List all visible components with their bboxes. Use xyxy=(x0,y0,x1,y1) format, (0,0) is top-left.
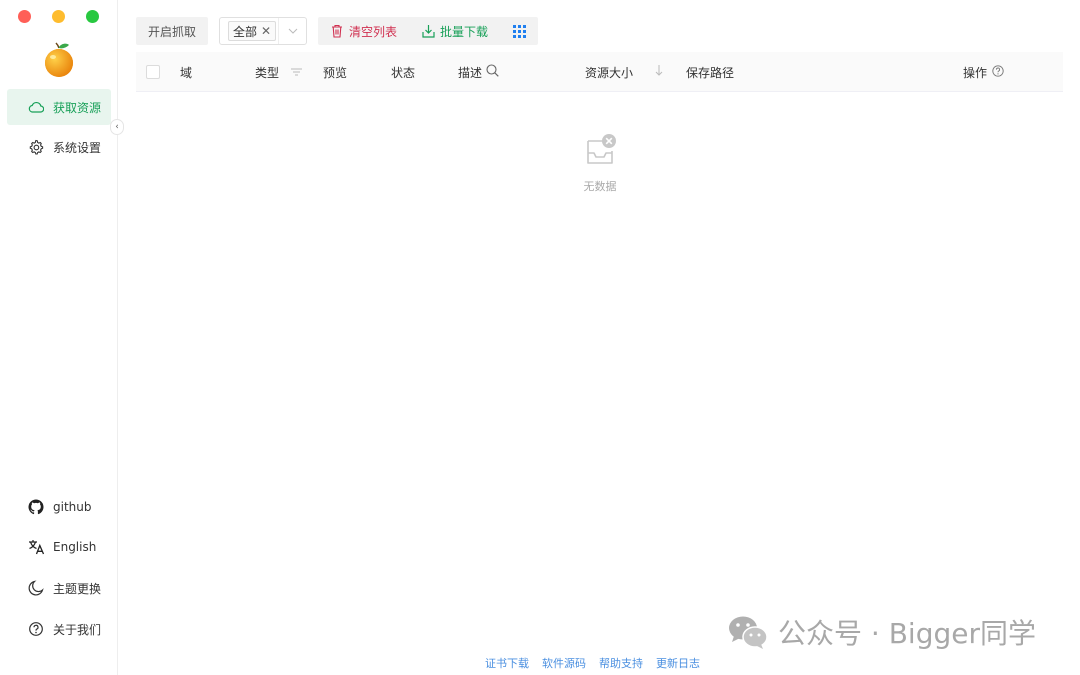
minimize-window-button[interactable] xyxy=(52,10,65,23)
sort-arrow-down-icon[interactable] xyxy=(655,65,663,79)
sidebar-item-github[interactable]: github xyxy=(7,493,111,521)
sidebar-item-label: github xyxy=(53,500,92,514)
filter-icon[interactable] xyxy=(291,65,303,79)
type-filter-select[interactable]: 全部 ✕ xyxy=(219,17,308,45)
chevron-down-icon[interactable] xyxy=(278,18,306,44)
batch-download-label: 批量下载 xyxy=(440,24,489,39)
translate-icon xyxy=(27,538,45,556)
column-header-description-label: 描述 xyxy=(458,65,483,80)
nav-item-label: 获取资源 xyxy=(53,100,102,115)
footer-link-cert-download[interactable]: 证书下载 xyxy=(485,655,529,671)
sidebar-item-label: English xyxy=(53,540,97,554)
sidebar-item-language[interactable]: English xyxy=(7,533,111,561)
filter-tag-label: 全部 xyxy=(233,24,258,39)
watermark-text: 公众号 · Bigger同学 xyxy=(778,617,1036,650)
footer-link-source-code[interactable]: 软件源码 xyxy=(542,655,586,671)
footer-links: 证书下载 软件源码 帮助支持 更新日志 xyxy=(485,655,700,671)
download-icon xyxy=(421,24,435,38)
start-capture-button[interactable]: 开启抓取 xyxy=(136,17,209,45)
select-all-checkbox[interactable] xyxy=(146,65,160,79)
help-circle-icon xyxy=(27,620,45,638)
nav-item-system-settings[interactable]: 系统设置 xyxy=(7,129,111,165)
watermark: 公众号 · Bigger同学 xyxy=(728,612,1036,652)
chevron-left-icon: ‹ xyxy=(115,122,119,132)
sidebar-item-about[interactable]: 关于我们 xyxy=(7,615,111,643)
grid-view-icon[interactable] xyxy=(512,24,526,38)
maximize-window-button[interactable] xyxy=(86,10,99,23)
close-window-button[interactable] xyxy=(18,10,31,23)
clear-list-label: 清空列表 xyxy=(349,24,398,39)
sidebar: 获取资源 系统设置 github English 主题更换 关于我们 xyxy=(0,0,118,675)
sidebar-item-theme[interactable]: 主题更换 xyxy=(7,574,111,602)
empty-box-icon xyxy=(560,133,640,170)
gear-icon xyxy=(27,138,45,156)
footer-link-help[interactable]: 帮助支持 xyxy=(599,655,643,671)
column-header-actions: 操作 xyxy=(963,52,1004,92)
trash-icon xyxy=(330,24,344,38)
column-header-type[interactable]: 类型 xyxy=(255,52,303,92)
clear-list-button[interactable]: 清空列表 xyxy=(330,23,397,40)
column-header-size[interactable]: 资源大小 xyxy=(585,52,663,92)
cloud-icon xyxy=(27,98,45,116)
moon-icon xyxy=(27,579,45,597)
column-header-save-path[interactable]: 保存路径 xyxy=(686,52,734,92)
action-button-group: 清空列表 批量下载 xyxy=(318,17,539,45)
toolbar: 开启抓取 全部 ✕ 清空列表 批量下载 xyxy=(136,17,539,45)
empty-state-text: 无数据 xyxy=(583,180,617,193)
column-header-size-label: 资源大小 xyxy=(585,65,634,80)
nav-item-get-resources[interactable]: 获取资源 xyxy=(7,89,111,125)
app-logo xyxy=(42,42,76,78)
filter-tag: 全部 ✕ xyxy=(228,21,277,41)
column-header-preview[interactable]: 预览 xyxy=(323,52,347,92)
footer-link-changelog[interactable]: 更新日志 xyxy=(656,655,700,671)
close-icon[interactable]: ✕ xyxy=(261,24,271,38)
sidebar-item-label: 主题更换 xyxy=(53,581,102,596)
empty-state: 无数据 xyxy=(560,133,640,194)
column-header-description[interactable]: 描述 xyxy=(458,52,499,92)
nav-item-label: 系统设置 xyxy=(53,140,102,155)
collapse-sidebar-button[interactable]: ‹ xyxy=(110,119,124,135)
column-header-actions-label: 操作 xyxy=(963,65,988,80)
wechat-icon xyxy=(729,616,768,649)
help-circle-icon[interactable] xyxy=(992,64,1004,80)
window-controls xyxy=(18,10,99,23)
column-header-type-label: 类型 xyxy=(255,65,280,80)
sidebar-item-label: 关于我们 xyxy=(53,622,102,637)
table-header: 域 类型 预览 状态 描述 资源大小 保存路径 操作 xyxy=(136,52,1063,92)
column-header-status[interactable]: 状态 xyxy=(391,52,415,92)
batch-download-button[interactable]: 批量下载 xyxy=(421,23,488,40)
search-icon[interactable] xyxy=(486,64,499,80)
column-header-domain[interactable]: 域 xyxy=(180,52,192,92)
github-icon xyxy=(27,498,45,516)
